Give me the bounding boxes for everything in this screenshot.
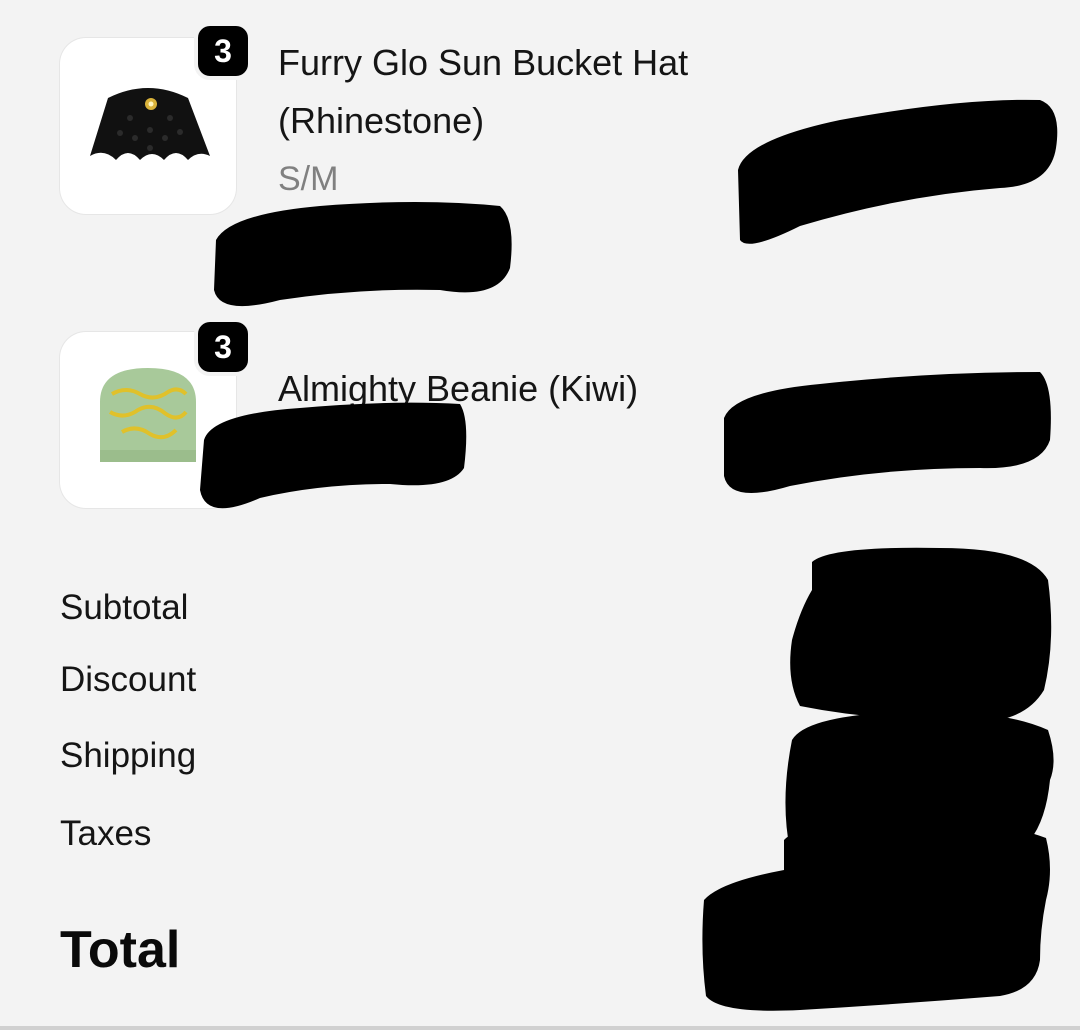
quantity-badge: 3 xyxy=(194,22,252,80)
summary-discount: Discount xyxy=(60,660,1022,704)
taxes-label: Taxes xyxy=(60,814,152,853)
total-value: $ xyxy=(821,925,850,983)
bottom-divider xyxy=(0,1026,1080,1030)
summary-shipping: Shipping Fre xyxy=(60,736,1022,780)
item-title: Almighty Beanie (Kiwi) xyxy=(278,368,639,409)
total-label: Total xyxy=(60,921,181,979)
shipping-label: Shipping xyxy=(60,736,197,775)
quantity-badge: 3 xyxy=(194,318,252,376)
item-unit-price: $51.00/ea xyxy=(278,228,421,264)
subtotal-label: Subtotal xyxy=(60,588,189,627)
item-line-total: $54.00 xyxy=(911,400,1022,441)
item-title: Furry Glo Sun Bucket Hat (Rhinestone) xyxy=(278,42,689,141)
summary-taxes: Taxes xyxy=(60,814,1022,858)
item-variant: S/M xyxy=(278,160,339,198)
discount-label: Discount xyxy=(60,660,197,699)
total-currency: USD xyxy=(708,942,768,973)
item-line-total: $153.00 xyxy=(891,134,1022,175)
summary-subtotal: Subtotal xyxy=(60,588,1022,632)
item-unit-price: $18.00/ea xyxy=(278,440,421,476)
shipping-value: Fre xyxy=(929,736,983,775)
